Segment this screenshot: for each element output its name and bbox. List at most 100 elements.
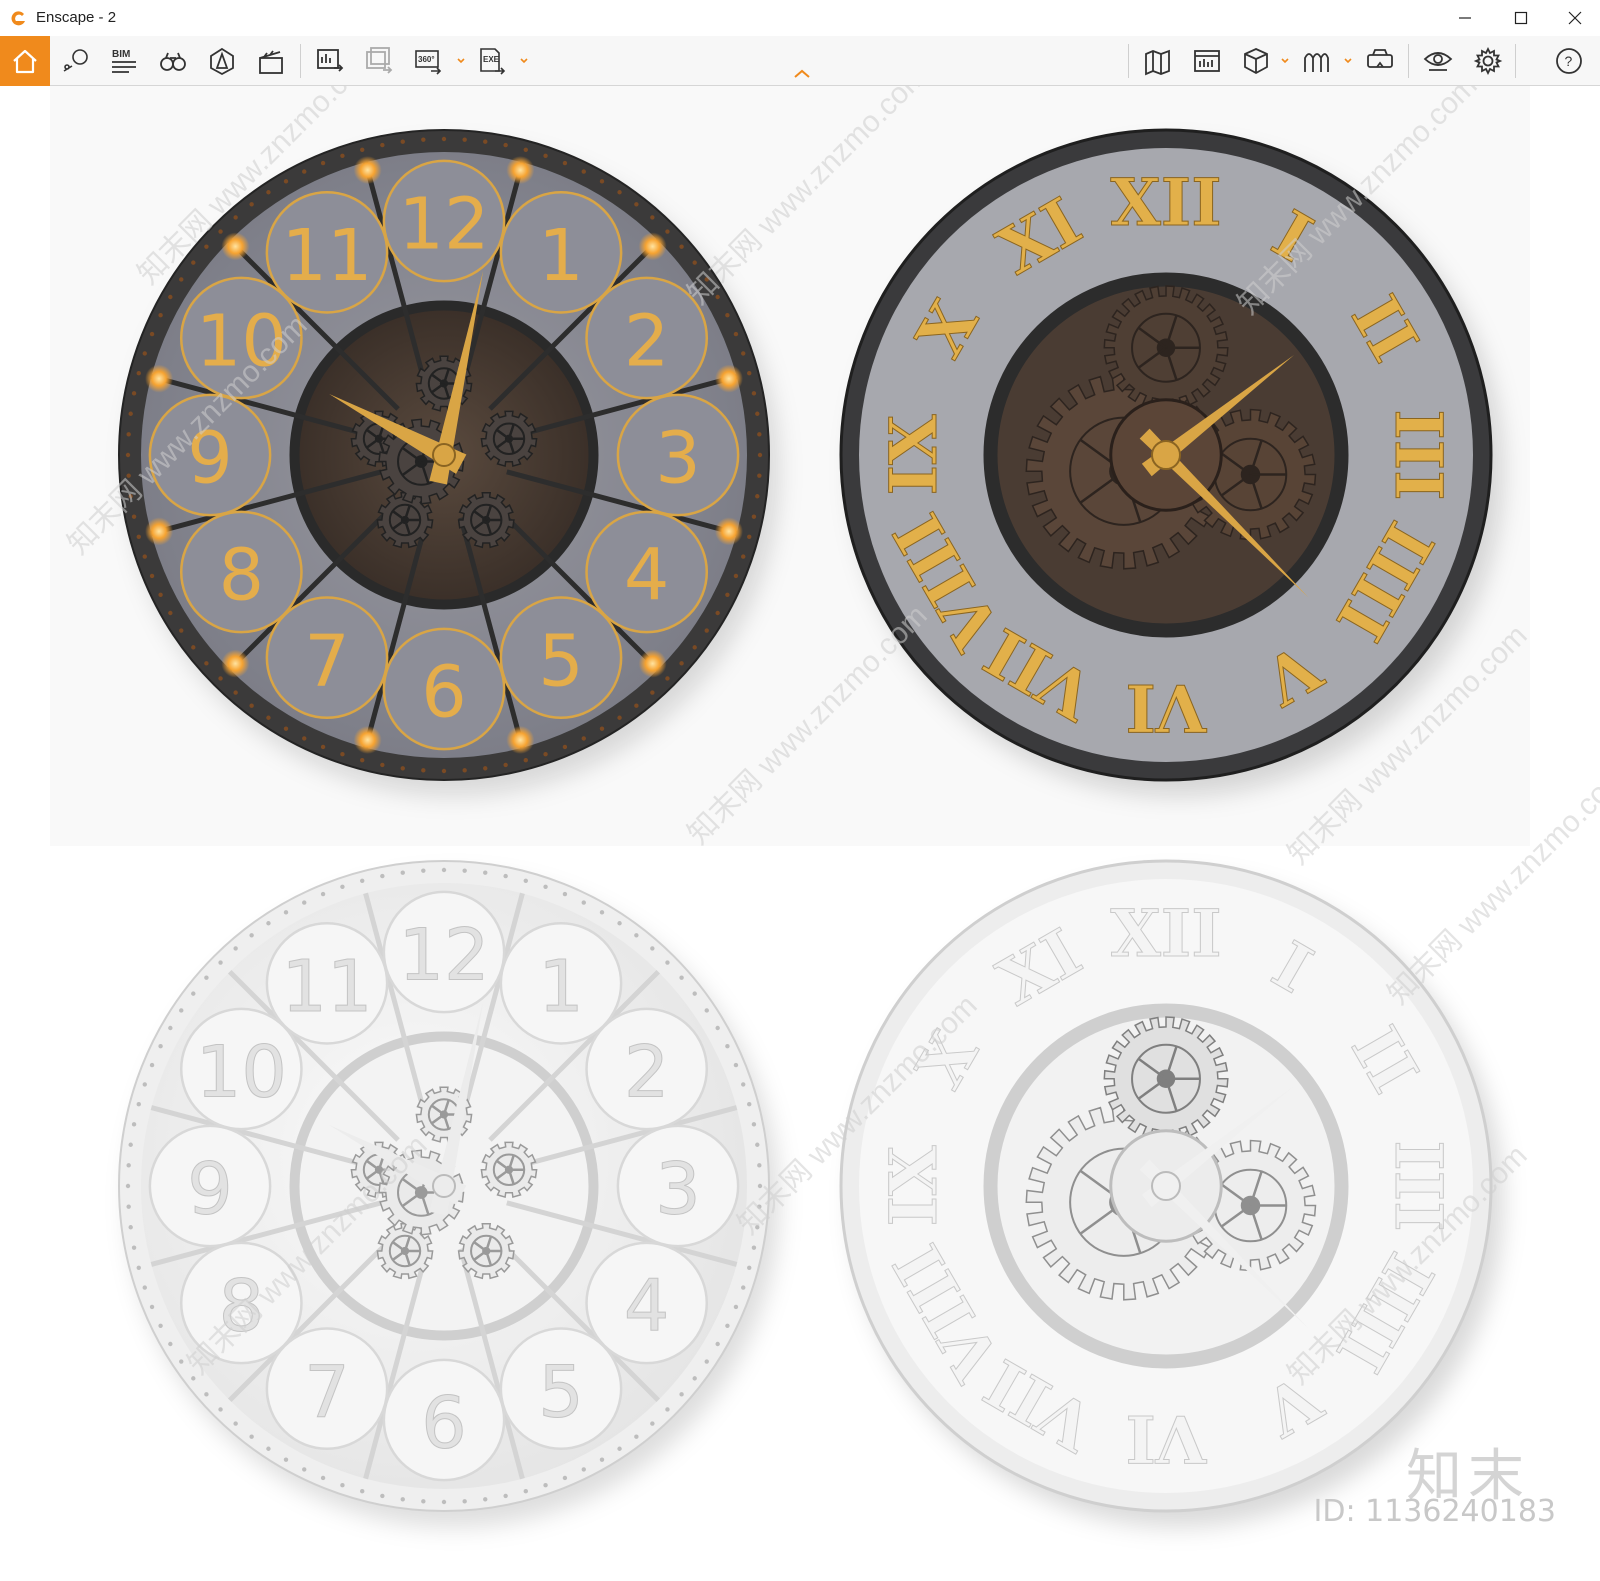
rivet xyxy=(380,762,385,768)
rivet xyxy=(562,160,568,166)
rivet xyxy=(562,1475,568,1481)
screenshot-export-button[interactable] xyxy=(312,43,348,79)
close-button[interactable] xyxy=(1550,0,1600,36)
clock-pivot xyxy=(432,1174,456,1198)
minimap-button[interactable] xyxy=(1189,43,1225,79)
video-editor-button[interactable] xyxy=(253,43,289,79)
panorama-dropdown-icon[interactable] xyxy=(456,56,466,66)
batch-render-icon xyxy=(366,47,393,74)
rivet xyxy=(131,1245,137,1250)
rivet xyxy=(747,1265,752,1270)
rivet xyxy=(725,592,730,597)
rivet xyxy=(136,1102,141,1107)
visual-settings-button[interactable] xyxy=(1420,43,1456,79)
rivet xyxy=(462,137,467,142)
exe-export-button[interactable]: EXE xyxy=(474,43,510,79)
rivet xyxy=(204,975,209,980)
batch-render-button[interactable] xyxy=(361,43,397,79)
rivet xyxy=(233,215,238,220)
walk-mode-button[interactable] xyxy=(155,43,191,79)
maximize-button[interactable] xyxy=(1496,0,1546,36)
rivet xyxy=(634,933,639,938)
rivet xyxy=(400,870,405,875)
rivet xyxy=(149,331,155,337)
rivet xyxy=(128,411,133,416)
rivet xyxy=(747,1102,752,1107)
views-icon xyxy=(63,49,88,72)
rivet xyxy=(320,891,326,897)
rivet xyxy=(204,661,209,666)
rivet xyxy=(599,726,605,731)
atmosphere-icon xyxy=(1304,53,1329,72)
rivet xyxy=(733,1062,739,1068)
collapse-toolbar-icon[interactable] xyxy=(790,66,814,82)
home-button[interactable] xyxy=(0,36,50,86)
bulb-glow xyxy=(221,232,250,261)
rivet xyxy=(191,645,196,650)
rivet xyxy=(421,137,426,142)
bim-label: BIM xyxy=(112,49,130,60)
rivet xyxy=(168,1025,173,1031)
clock-numeral: 3 xyxy=(655,1148,701,1231)
clock-numeral: 6 xyxy=(421,651,467,734)
toolbar-separator xyxy=(1515,44,1516,78)
bulb-glow xyxy=(353,725,382,754)
rivet xyxy=(704,1359,709,1364)
rivet xyxy=(650,690,655,695)
rivet xyxy=(617,1446,622,1451)
rivet xyxy=(233,946,238,951)
rivet xyxy=(725,313,730,318)
gear xyxy=(1103,285,1229,411)
rivet xyxy=(755,1142,760,1147)
rivet xyxy=(757,1163,762,1168)
vr-button[interactable] xyxy=(1362,43,1398,79)
panorama-export-button[interactable]: 360° xyxy=(410,43,446,79)
rivet xyxy=(131,514,137,519)
cube-icon xyxy=(1244,48,1268,75)
rivet xyxy=(158,1323,163,1328)
rivet xyxy=(462,1499,467,1504)
toolbar-separator xyxy=(1408,44,1409,78)
settings-icon xyxy=(1473,46,1503,76)
rivet xyxy=(283,179,289,184)
main-toolbar: BIM 360° EXE ? xyxy=(0,36,1600,86)
rivet xyxy=(380,142,385,148)
cube-dropdown-icon[interactable] xyxy=(1280,56,1290,66)
rivet xyxy=(523,1489,528,1494)
rivet xyxy=(617,190,622,195)
help-button[interactable]: ? xyxy=(1551,43,1587,79)
rivet xyxy=(483,1497,488,1502)
panorama-label: 360° xyxy=(418,55,435,64)
screenshot-export-icon xyxy=(317,49,344,72)
gear xyxy=(1103,1016,1229,1142)
settings-button[interactable] xyxy=(1470,43,1506,79)
atmosphere-dropdown-icon[interactable] xyxy=(1343,56,1353,66)
rivet xyxy=(704,1008,709,1013)
render-viewport[interactable]: 12 1 2 3 4 5 6 7 8 9 10 11 XII I II III IIII V VI VII VIII IX… xyxy=(0,86,1600,1581)
rivet xyxy=(360,147,365,152)
enscape-logo-icon xyxy=(11,11,25,26)
rivet xyxy=(168,610,173,616)
rivet xyxy=(125,452,131,458)
rivet xyxy=(751,1245,757,1250)
map-button[interactable] xyxy=(1140,43,1176,79)
rivet xyxy=(125,1183,131,1189)
clock-numeral: 8 xyxy=(219,534,265,617)
clock-pivot xyxy=(432,443,456,467)
asset-library-button[interactable] xyxy=(204,43,240,79)
map-icon xyxy=(1145,49,1170,76)
cube-button[interactable] xyxy=(1238,43,1274,79)
views-button[interactable] xyxy=(58,43,94,79)
rivet xyxy=(191,991,196,996)
rivet xyxy=(581,736,586,741)
exe-dropdown-icon[interactable] xyxy=(519,56,529,66)
rivet xyxy=(617,921,622,926)
bulb-glow xyxy=(353,156,382,185)
bim-button[interactable]: BIM xyxy=(106,43,142,79)
minimize-button[interactable] xyxy=(1440,0,1490,36)
rivet xyxy=(142,351,147,356)
atmosphere-button[interactable] xyxy=(1298,43,1334,79)
rivet xyxy=(503,762,508,768)
clock-numeral: 9 xyxy=(187,1148,233,1231)
rivet xyxy=(692,1376,697,1381)
